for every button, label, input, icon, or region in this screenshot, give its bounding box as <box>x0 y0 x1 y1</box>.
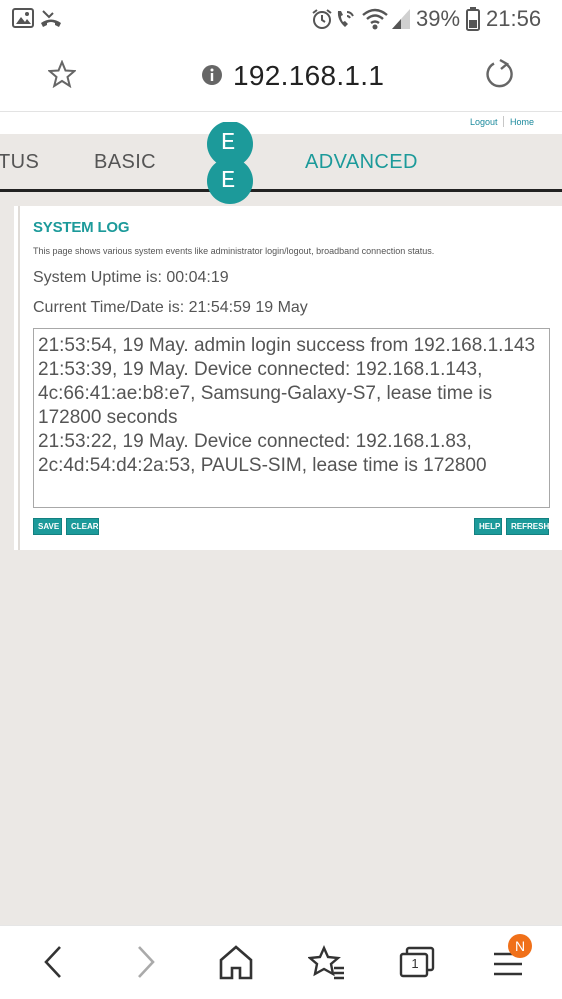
battery-percent: 39% <box>416 6 461 31</box>
logo-letter-bottom: E <box>221 168 236 195</box>
link-separator <box>503 116 504 127</box>
status-bar: 39% 21:56 <box>0 0 562 38</box>
tab-status[interactable]: TUS <box>0 151 39 174</box>
logout-link[interactable]: Logout <box>470 117 498 127</box>
help-button[interactable]: HELP <box>474 518 502 535</box>
system-log-textarea[interactable]: 21:53:54, 19 May. admin login success fr… <box>33 328 550 508</box>
page-description: This page shows various system events li… <box>33 246 435 256</box>
system-uptime: System Uptime is: 00:04:19 <box>33 269 229 286</box>
log-entry: 21:53:39, 19 May. Device connected: 192.… <box>38 359 493 428</box>
bookmarks-icon[interactable] <box>307 942 346 987</box>
browser-url-bar: 192.168.1.1 <box>0 38 562 112</box>
reload-icon[interactable] <box>484 58 516 95</box>
tab-advanced[interactable]: ADVANCED <box>305 151 418 174</box>
home-icon[interactable] <box>218 942 254 987</box>
page-title: SYSTEM LOG <box>33 219 130 236</box>
ee-logo[interactable]: E E <box>206 121 254 204</box>
forward-icon[interactable] <box>131 942 159 987</box>
top-links: Logout Home <box>0 112 562 134</box>
tab-basic[interactable]: BASIC <box>94 151 156 174</box>
clock: 21:56 <box>486 6 542 31</box>
back-icon[interactable] <box>40 942 68 987</box>
url-text[interactable]: 192.168.1.1 <box>233 60 384 92</box>
home-link[interactable]: Home <box>510 117 534 127</box>
gallery-icon <box>12 8 34 33</box>
signal-icon <box>391 8 411 35</box>
browser-bottom-nav: 1 <box>0 925 562 999</box>
save-button[interactable]: SAVE <box>33 518 62 535</box>
log-entry: 21:53:22, 19 May. Device connected: 192.… <box>38 431 487 476</box>
missed-call-icon <box>40 8 62 33</box>
clear-button[interactable]: CLEAR <box>66 518 99 535</box>
tab-count: 1 <box>411 956 419 971</box>
battery-icon <box>466 7 480 36</box>
log-entry: 21:53:54, 19 May. admin login success fr… <box>38 335 536 356</box>
notification-badge: N <box>508 934 532 958</box>
wifi-icon <box>362 8 388 35</box>
main-nav: TUS BASIC ADVANCED <box>0 134 562 192</box>
content-left-gutter <box>0 206 14 550</box>
bookmark-star-icon[interactable] <box>46 59 78 93</box>
info-icon[interactable] <box>201 64 223 91</box>
alarm-icon <box>311 8 333 35</box>
refresh-button[interactable]: REFRESH <box>506 518 549 535</box>
logo-letter-top: E <box>221 130 236 157</box>
content-divider <box>18 206 20 550</box>
wifi-call-icon <box>335 8 357 35</box>
current-time: Current Time/Date is: 21:54:59 19 May <box>33 299 308 316</box>
